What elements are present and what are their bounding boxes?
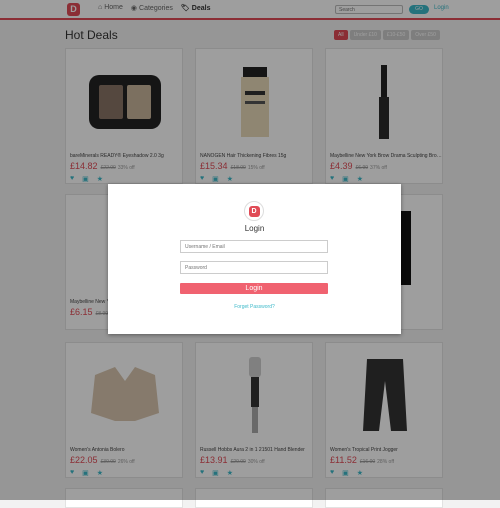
forgot-password-link[interactable]: Forget Password?: [108, 304, 401, 310]
username-field[interactable]: [180, 240, 328, 253]
password-field[interactable]: [180, 261, 328, 274]
brand-logo-icon: D: [244, 201, 264, 221]
login-button[interactable]: Login: [180, 283, 328, 294]
login-title: Login: [244, 224, 265, 233]
login-modal: D Login Login Forget Password?: [108, 184, 401, 334]
